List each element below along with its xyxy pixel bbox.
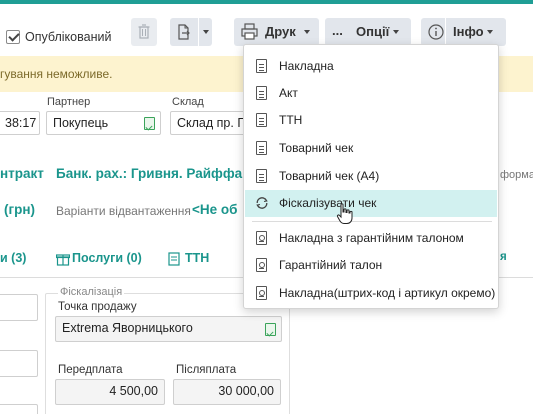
sale-point-value: Extrema Яворницького — [62, 321, 193, 335]
prepay-field[interactable]: 4 500,00 — [55, 379, 165, 405]
fiscal-group-title: Фіскалізація — [58, 286, 125, 298]
shipping-link[interactable]: <Не об — [192, 202, 237, 217]
options-button[interactable]: ... Опції — [325, 18, 411, 46]
menu-item-label: Товарний чек — [279, 141, 354, 155]
certificate-icon — [256, 231, 267, 245]
info-fragment: форма — [500, 169, 533, 181]
document-icon — [256, 59, 267, 73]
menu-item-invoice[interactable]: Накладна — [245, 53, 497, 80]
tab-services[interactable]: Послуги (0) — [72, 251, 142, 265]
ellipsis-icon: ... — [332, 23, 343, 38]
hand-cursor-icon — [336, 203, 353, 224]
options-label: Опції — [356, 24, 390, 39]
print-button[interactable]: Друк — [234, 18, 319, 46]
select-sale-point-icon[interactable] — [265, 323, 276, 336]
contract-link[interactable]: нтракт — [0, 166, 44, 181]
shipping-label: Варіанти відвантаження — [56, 204, 191, 218]
partner-label: Партнер — [47, 96, 91, 108]
left-field-2[interactable] — [0, 350, 38, 377]
tab-fragment[interactable]: я — [500, 251, 507, 263]
button-divider — [445, 18, 446, 46]
menu-item-label: Акт — [279, 86, 298, 100]
warehouse-label: Склад — [172, 96, 204, 108]
menu-item-invoice-with-warranty[interactable]: Накладна з гарантійним талоном — [245, 225, 497, 252]
time-value: 38:17 — [5, 116, 37, 130]
published-checkbox[interactable] — [6, 30, 20, 44]
bank-account-link[interactable]: Банк. рах.: Гривня. Райффа — [56, 166, 242, 181]
warehouse-field[interactable]: Склад пр. По — [170, 111, 250, 135]
info-label: Інфо — [453, 24, 484, 39]
delete-button[interactable] — [131, 18, 157, 46]
menu-item-warranty-card[interactable]: Гарантійний талон — [245, 252, 497, 279]
menu-item-sales-receipt[interactable]: Товарний чек — [245, 135, 497, 162]
file-export-icon — [178, 24, 190, 40]
prepay-label: Передплата — [58, 364, 123, 376]
partner-value: Покупець — [53, 116, 109, 130]
menu-item-label: Накладна(штрих-код і артикул окремо) — [279, 286, 496, 300]
trash-icon — [138, 24, 150, 39]
sale-point-field[interactable]: Extrema Яворницького — [55, 316, 282, 342]
print-menu: Накладна Акт ТТН Товарний чек Товарний ч… — [243, 44, 499, 309]
postpay-label: Післяплата — [176, 364, 237, 376]
document-icon — [256, 113, 267, 127]
chevron-down-icon[interactable] — [203, 30, 209, 34]
tab-goods[interactable]: и (3) — [0, 251, 26, 265]
chevron-down-icon — [304, 30, 310, 34]
tab-ttn[interactable]: ТТН — [185, 251, 209, 265]
published-label: Опублікований — [25, 30, 112, 44]
left-field-3[interactable] — [0, 404, 38, 414]
menu-item-label: Гарантійний талон — [279, 258, 383, 272]
menu-item-label: Фіскалізувати чек — [279, 196, 377, 210]
document-icon — [256, 169, 267, 183]
document-icon — [168, 252, 180, 269]
print-label: Друк — [265, 24, 296, 39]
chevron-down-icon — [393, 30, 399, 34]
chevron-down-icon — [487, 30, 493, 34]
menu-item-fiscalize-receipt[interactable]: Фіскалізувати чек — [245, 190, 497, 217]
select-partner-icon[interactable] — [144, 117, 155, 130]
prepay-value: 4 500,00 — [109, 384, 158, 398]
gift-icon — [55, 252, 71, 269]
menu-item-label: Накладна з гарантійним талоном — [279, 231, 464, 245]
menu-item-label: Товарний чек (А4) — [279, 169, 380, 183]
menu-item-ttn[interactable]: ТТН — [245, 107, 497, 134]
menu-item-invoice-barcode[interactable]: Накладна(штрих-код і артикул окремо) — [245, 280, 497, 307]
warehouse-value: Склад пр. По — [177, 116, 250, 130]
menu-item-label: Накладна — [279, 59, 334, 73]
postpay-value: 30 000,00 — [218, 384, 274, 398]
sale-point-label: Точка продажу — [58, 301, 137, 313]
info-button[interactable]: Інфо — [421, 18, 506, 46]
refresh-icon — [256, 197, 268, 209]
document-icon — [256, 86, 267, 100]
document-icon — [256, 141, 267, 155]
certificate-icon — [256, 286, 267, 300]
certificate-icon — [256, 258, 267, 272]
menu-item-act[interactable]: Акт — [245, 80, 497, 107]
info-icon — [428, 24, 444, 40]
printer-icon — [241, 23, 258, 40]
menu-item-label: ТТН — [279, 113, 303, 127]
postpay-field[interactable]: 30 000,00 — [173, 379, 281, 405]
warning-text: гування неможливе. — [0, 67, 113, 81]
export-file-button[interactable] — [170, 18, 212, 46]
menu-item-sales-receipt-a4[interactable]: Товарний чек (А4) — [245, 163, 497, 190]
button-divider — [198, 18, 199, 46]
menu-divider — [252, 221, 492, 222]
left-field-1[interactable] — [0, 294, 38, 321]
currency-link[interactable]: (грн) — [4, 202, 35, 217]
time-field[interactable]: 38:17 — [0, 111, 40, 135]
